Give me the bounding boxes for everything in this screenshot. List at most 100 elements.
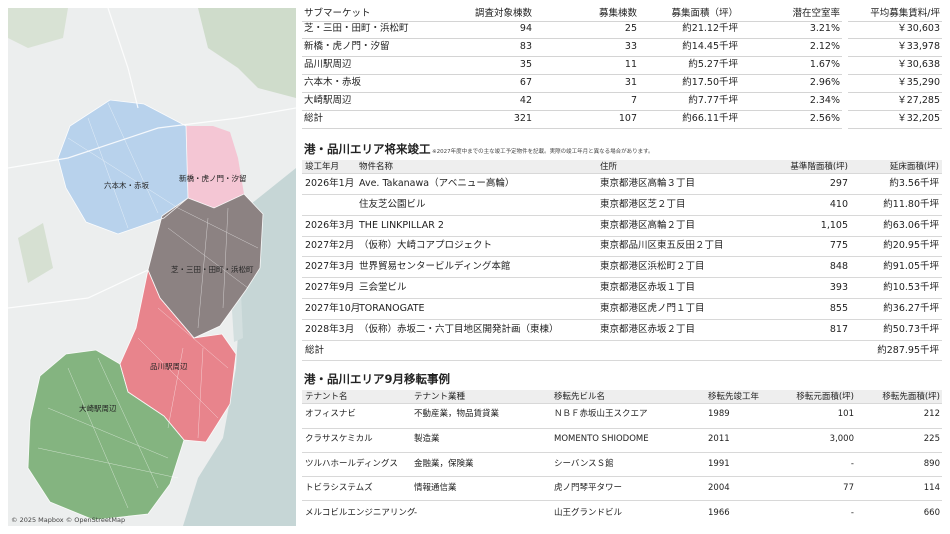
cell-destination-area: 225 — [923, 434, 940, 444]
cell-listing-count: 33 — [624, 41, 637, 52]
row-divider — [848, 74, 942, 75]
map-label-roppongi: 六本木・赤坂 — [104, 181, 149, 190]
header-tenant-name[interactable]: テナント名 — [305, 391, 348, 403]
cell-address: 東京都港区赤坂１丁目 — [600, 282, 696, 293]
cell-address: 東京都品川区東五反田２丁目 — [600, 240, 724, 251]
cell-industry: 不動産業，物品賃貸業 — [414, 409, 500, 419]
row-divider — [302, 298, 942, 299]
cell-completion-date: 2027年2月 — [305, 240, 355, 251]
cell-destination-area: 660 — [923, 508, 940, 518]
cell-property-name: Ave. Takanawa（アベニュー高輪） — [359, 178, 515, 189]
cell-destination-area: 212 — [923, 409, 940, 419]
cell-address: 東京都港区虎ノ門１丁目 — [600, 303, 705, 314]
header-industry[interactable]: テナント業種 — [414, 391, 465, 403]
relocation-table: テナント名 テナント業種 移転先ビル名 移転先竣工年 移転元面積(坪) 移転先面… — [302, 390, 942, 526]
cell-listing-count: 31 — [624, 77, 637, 88]
construction-section-title: 港・品川エリア将来竣工 — [304, 142, 431, 156]
cell-completion-date: 2027年3月 — [305, 261, 355, 272]
row-divider — [302, 74, 842, 75]
cell-submarket: 総計 — [304, 113, 324, 124]
cell-destination-year: 1991 — [708, 459, 730, 469]
cell-floor-area: 775 — [829, 240, 848, 251]
cell-industry: 情報通信業 — [414, 483, 457, 493]
cell-survey-count: 42 — [519, 95, 532, 106]
cell-survey-count: 83 — [519, 41, 532, 52]
cell-industry: 製造業 — [414, 434, 440, 444]
header-address[interactable]: 住所 — [600, 161, 617, 173]
header-completion-date[interactable]: 竣工年月 — [305, 161, 339, 173]
cell-address: 東京都港区赤坂２丁目 — [600, 324, 696, 335]
cell-submarket: 品川駅周辺 — [304, 59, 352, 70]
header-destination-year[interactable]: 移転先竣工年 — [708, 391, 759, 403]
submarket-summary-table: サブマーケット 調査対象棟数 募集棟数 募集面積（坪） 潜在空室率 平均募集賃料… — [302, 6, 942, 130]
table-bottom-line — [302, 128, 842, 129]
cell-vacancy-rate: 3.21% — [809, 23, 840, 34]
header-survey-count[interactable]: 調査対象棟数 — [452, 8, 532, 20]
cell-source-area: 101 — [837, 409, 854, 419]
cell-vacancy-rate: 1.67% — [809, 59, 840, 70]
district-shinbashi — [186, 126, 244, 208]
cell-total-area: 約91.05千坪 — [883, 261, 939, 272]
header-destination-area[interactable]: 移転先面積(坪) — [854, 391, 940, 403]
cell-vacancy-rate: 2.96% — [809, 77, 840, 88]
header-property-name[interactable]: 物件名称 — [359, 161, 393, 173]
cell-property-name: THE LINKPILLAR 2 — [359, 220, 444, 231]
header-listing-area[interactable]: 募集面積（坪） — [647, 8, 738, 20]
cell-source-area: - — [850, 508, 854, 518]
cell-floor-area: 410 — [829, 199, 848, 210]
map-attribution[interactable]: © 2025 Mapbox © OpenStreetMap — [11, 516, 125, 524]
cell-avg-rent: ￥35,290 — [897, 77, 940, 88]
cell-address: 東京都港区高輪３丁目 — [600, 178, 696, 189]
cell-destination-building: MOMENTO SHIODOME — [554, 434, 649, 444]
row-divider — [848, 110, 942, 111]
park-area — [8, 8, 68, 48]
header-floor-area[interactable]: 基準階面積(坪) — [748, 161, 848, 173]
header-listing-count[interactable]: 募集棟数 — [572, 8, 637, 20]
row-divider — [302, 236, 942, 237]
map-label-shiba: 芝・三田・田町・浜松町 — [171, 265, 254, 274]
cell-vacancy-rate: 2.12% — [809, 41, 840, 52]
row-divider — [848, 56, 942, 57]
cell-survey-count: 321 — [513, 113, 532, 124]
cell-listing-count: 107 — [618, 113, 637, 124]
relocation-section-title: 港・品川エリア9月移転事例 — [304, 372, 451, 386]
cell-listing-area: 約7.77千坪 — [688, 95, 738, 106]
row-divider — [302, 500, 942, 501]
cell-destination-building: ＮＢＦ赤坂山王スクエア — [554, 409, 648, 419]
header-vacancy-rate[interactable]: 潜在空室率 — [752, 8, 840, 20]
cell-tenant-name: メルコビルエンジニアリング — [305, 508, 416, 518]
row-divider — [302, 92, 842, 93]
park-area — [198, 8, 296, 98]
cell-avg-rent: ￥30,638 — [897, 59, 940, 70]
cell-vacancy-rate: 2.56% — [809, 113, 840, 124]
header-avg-rent[interactable]: 平均募集賃料/坪 — [850, 8, 940, 20]
cell-floor-area: 848 — [829, 261, 848, 272]
cell-floor-area: 855 — [829, 303, 848, 314]
submarket-map[interactable]: 六本木・赤坂 新橋・虎ノ門・汐留 芝・三田・田町・浜松町 品川駅周辺 大崎駅周辺… — [8, 8, 296, 526]
cell-destination-building: シーバンスＳ館 — [554, 459, 614, 469]
cell-property-name: TORANOGATE — [359, 303, 425, 314]
cell-total-area: 約3.56千坪 — [889, 178, 939, 189]
row-divider — [302, 173, 942, 174]
row-divider — [302, 38, 842, 39]
park-area — [18, 223, 53, 283]
header-destination-building[interactable]: 移転先ビル名 — [554, 391, 605, 403]
cell-property-name: 住友芝公園ビル — [359, 199, 426, 210]
cell-tenant-name: クラサスケミカル — [305, 434, 373, 444]
header-submarket[interactable]: サブマーケット — [304, 8, 371, 20]
cell-listing-count: 25 — [624, 23, 637, 34]
map-label-shinbashi: 新橋・虎ノ門・汐留 — [179, 174, 247, 183]
cell-avg-rent: ￥33,978 — [897, 41, 940, 52]
cell-listing-count: 7 — [630, 95, 637, 106]
row-divider — [302, 194, 942, 195]
table-bottom-line — [848, 128, 942, 129]
header-total-area[interactable]: 延床面積(坪) — [850, 161, 939, 173]
cell-destination-area: 114 — [923, 483, 940, 493]
cell-completion-date: 2028年3月 — [305, 324, 355, 335]
cell-survey-count: 67 — [519, 77, 532, 88]
row-divider — [302, 256, 942, 257]
header-source-area[interactable]: 移転元面積(坪) — [768, 391, 854, 403]
cell-tenant-name: ツルハホールディングス — [305, 459, 398, 469]
cell-completion-date: 2027年10月 — [305, 303, 361, 314]
header-divider — [848, 21, 942, 22]
